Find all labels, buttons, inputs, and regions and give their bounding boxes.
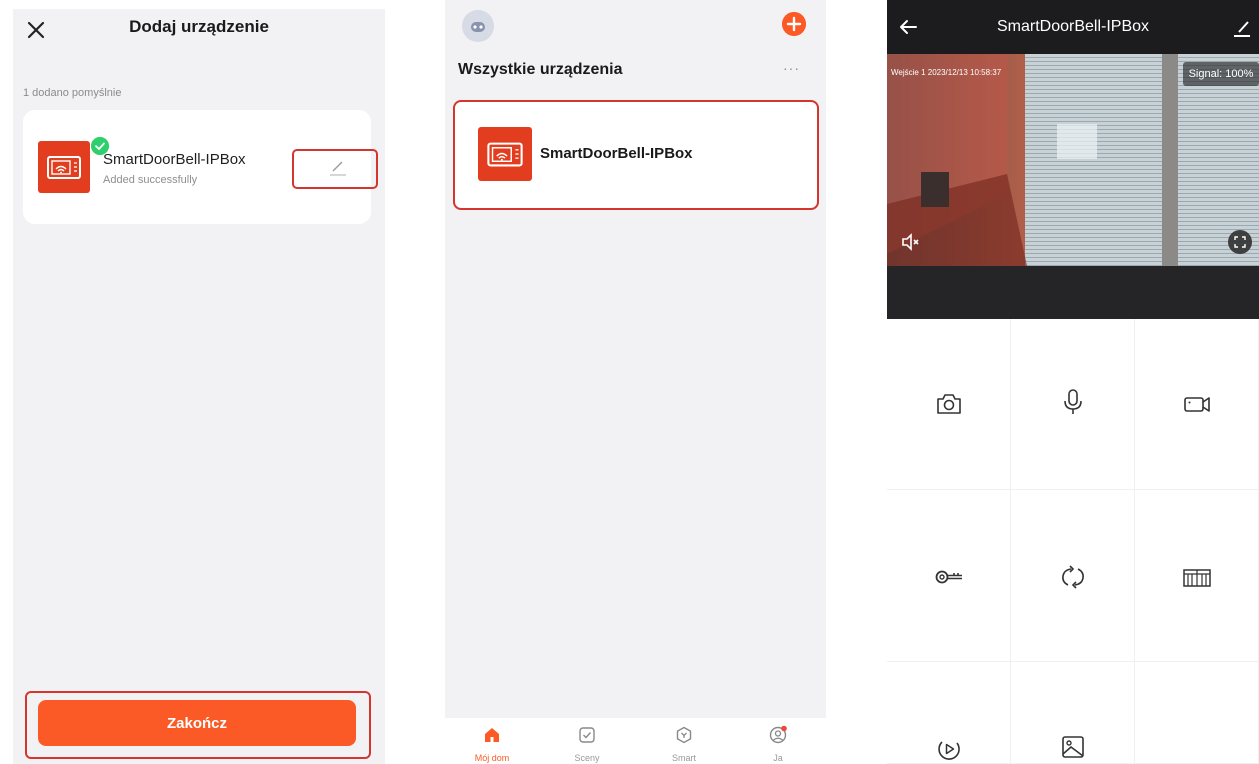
edit-highlight-box bbox=[292, 149, 378, 189]
control-switch[interactable] bbox=[1011, 490, 1135, 662]
switch-camera-icon bbox=[1062, 565, 1084, 589]
section-title: Wszystkie urządzenia bbox=[458, 61, 623, 78]
unlock-key-icon bbox=[935, 570, 962, 584]
control-gate[interactable] bbox=[1135, 490, 1259, 662]
microphone-icon bbox=[1064, 389, 1082, 414]
control-playback[interactable] bbox=[887, 662, 1011, 764]
control-unlock[interactable] bbox=[887, 490, 1011, 662]
more-options-icon[interactable]: ··· bbox=[783, 60, 800, 76]
home-icon bbox=[485, 728, 499, 742]
profile-icon bbox=[769, 725, 787, 744]
control-microphone[interactable] bbox=[1011, 319, 1135, 490]
device-name: SmartDoorBell-IPBox bbox=[540, 145, 693, 162]
mute-icon[interactable] bbox=[899, 230, 923, 254]
doorbell-monitor-icon bbox=[47, 156, 81, 179]
snapshot-icon bbox=[937, 394, 961, 414]
smart-icon bbox=[676, 726, 692, 744]
tab-scenes[interactable]: Sceny bbox=[557, 718, 617, 764]
tab-me[interactable]: Ja bbox=[748, 718, 808, 764]
gate-icon bbox=[1183, 569, 1211, 587]
fullscreen-icon[interactable] bbox=[1228, 230, 1252, 254]
controls-grid bbox=[887, 319, 1259, 764]
record-video-icon bbox=[1184, 397, 1210, 412]
add-device-screen: Dodaj urządzenie 1 dodano pomyślnie Smar… bbox=[13, 9, 385, 764]
edit-pencil-icon[interactable] bbox=[1231, 17, 1253, 39]
tab-home[interactable]: Mój dom bbox=[462, 718, 522, 764]
device-status: Added successfully bbox=[103, 174, 198, 186]
scenes-icon bbox=[579, 727, 595, 743]
tab-smart[interactable]: Smart bbox=[654, 718, 714, 764]
playback-icon bbox=[938, 741, 960, 760]
timestamp-overlay: Wejście 1 2023/12/13 10:58:37 bbox=[891, 68, 1002, 77]
device-title: SmartDoorBell-IPBox bbox=[996, 18, 1150, 35]
device-thumbnail bbox=[38, 141, 90, 193]
signal-badge: Signal: 100% bbox=[1183, 62, 1259, 86]
tab-label: Smart bbox=[671, 753, 696, 763]
added-count-text: 1 dodano pomyślnie bbox=[23, 87, 122, 99]
tab-label: Ja bbox=[773, 753, 783, 763]
tab-label: Mój dom bbox=[474, 753, 510, 763]
gallery-icon bbox=[1062, 736, 1084, 758]
home-avatar-icon[interactable] bbox=[462, 10, 494, 42]
doorbell-monitor-icon bbox=[487, 142, 523, 167]
device-panel-screen: SmartDoorBell-IPBox Wejście 1 2023/12/13… bbox=[887, 0, 1259, 764]
video-toolbar bbox=[887, 266, 1259, 319]
control-record[interactable] bbox=[1135, 319, 1259, 490]
device-thumbnail bbox=[478, 127, 532, 181]
finish-button[interactable]: Zakończ bbox=[38, 700, 356, 746]
device-list-screen: Wszystkie urządzenia ··· SmartDoorBell-I… bbox=[445, 0, 826, 764]
page-title: Dodaj urządzenie bbox=[129, 17, 269, 36]
add-device-icon[interactable] bbox=[782, 12, 806, 36]
control-snapshot[interactable] bbox=[887, 319, 1011, 490]
device-name: SmartDoorBell-IPBox bbox=[103, 151, 246, 168]
empty-cell bbox=[1135, 662, 1259, 764]
control-gallery[interactable] bbox=[1011, 662, 1135, 764]
bottom-tab-bar: Mój dom Sceny Smart Ja bbox=[445, 718, 826, 764]
tab-label: Sceny bbox=[574, 753, 600, 763]
